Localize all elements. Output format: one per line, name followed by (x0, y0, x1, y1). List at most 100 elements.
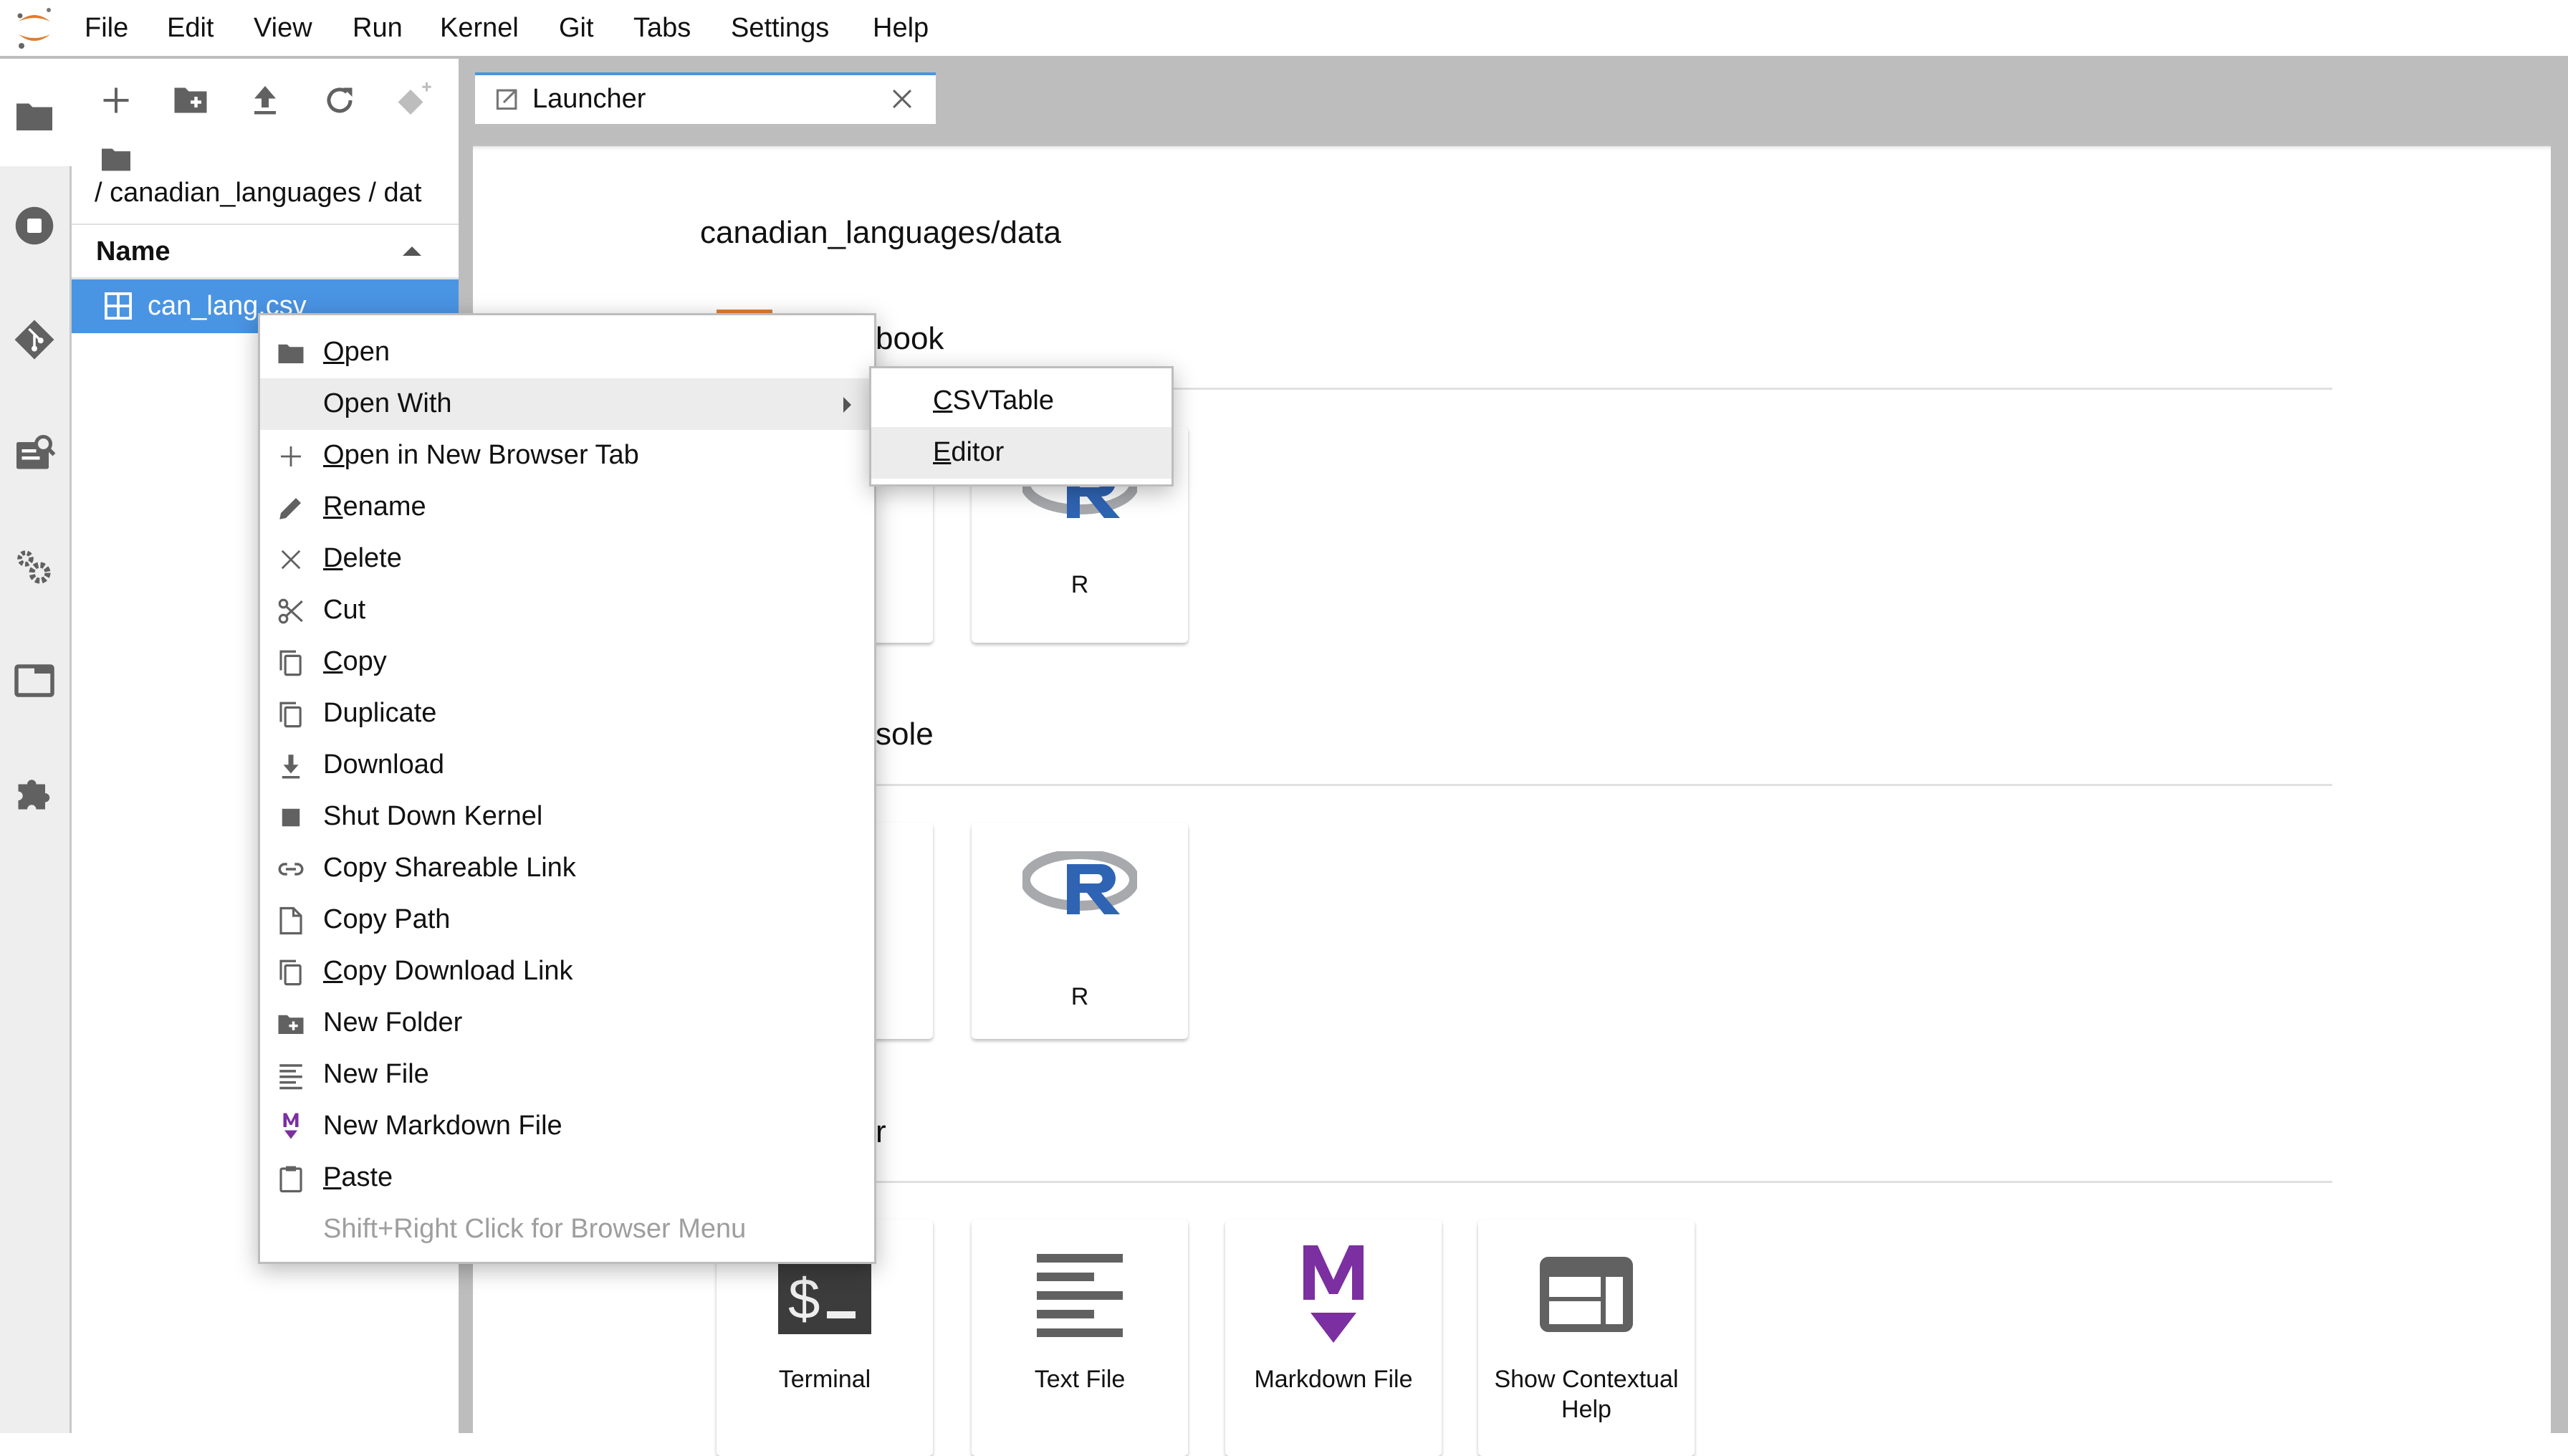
text-file-icon (276, 1060, 306, 1091)
git-clone-icon (398, 82, 431, 115)
context-menu-label: New File (323, 1059, 429, 1089)
stop-icon (276, 803, 306, 833)
menu-view[interactable]: View (254, 13, 312, 44)
launcher-card-text-file[interactable]: Text File (972, 1220, 1188, 1456)
context-menu-item-copy-path[interactable]: Copy Path (260, 894, 874, 946)
tabs-icon[interactable] (13, 659, 56, 702)
context-menu-item-rename[interactable]: Rename (260, 482, 874, 533)
card-label: Terminal (778, 1366, 871, 1393)
svg-text:$: $ (788, 1267, 820, 1331)
context-menu-label: Open With (323, 388, 452, 418)
git-clone-button[interactable] (393, 79, 436, 122)
context-menu-label: Copy (323, 646, 387, 676)
context-menu-label: Copy Path (323, 904, 451, 934)
menu-edit[interactable]: Edit (167, 13, 214, 44)
pencil-icon (276, 493, 306, 523)
refresh-button[interactable] (318, 79, 361, 122)
open-with-submenu: CSVTable Editor (869, 366, 1174, 487)
folder-icon (276, 338, 306, 368)
sort-ascending-icon (403, 246, 421, 256)
context-menu-item-cut[interactable]: Cut (260, 585, 874, 636)
submenu-arrow-icon (843, 397, 851, 413)
submenu-item-csvtable[interactable]: CSVTable (871, 375, 1172, 427)
card-label: Show Contextual Help (1494, 1366, 1679, 1423)
tab-label: Launcher (532, 84, 646, 114)
column-header-name[interactable]: Name (72, 224, 459, 279)
plus-icon (276, 441, 306, 471)
right-sidebar-edge (2551, 143, 2568, 1433)
context-menu-label: New Markdown File (323, 1111, 562, 1141)
section-divider (717, 784, 2332, 786)
context-menu-item-copy[interactable]: Copy (260, 636, 874, 688)
launcher-cwd: canadian_languages/data (700, 215, 1062, 250)
menu-git[interactable]: Git (559, 13, 594, 44)
plus-icon (103, 87, 129, 113)
context-menu-label: Open in New Browser Tab (323, 440, 639, 470)
new-folder-icon (276, 1009, 306, 1039)
paste-icon (276, 1164, 306, 1194)
menu-kernel[interactable]: Kernel (440, 13, 519, 44)
running-sessions-icon[interactable] (13, 204, 56, 247)
left-sidebar (0, 59, 74, 1433)
extension-manager-icon[interactable] (13, 772, 56, 815)
home-folder-icon[interactable] (100, 145, 132, 173)
menu-settings[interactable]: Settings (731, 13, 829, 44)
context-menu-item-open[interactable]: Open (260, 327, 874, 378)
context-menu-item-open-in-new-browser-tab[interactable]: Open in New Browser Tab (260, 430, 874, 482)
close-icon[interactable] (890, 87, 914, 111)
context-menu-item-paste[interactable]: Paste (260, 1152, 874, 1204)
context-menu-item-shift-right-click-for-browser-menu: Shift+Right Click for Browser Menu (260, 1204, 874, 1255)
launcher-card-console-r[interactable]: R (972, 823, 1188, 1039)
section-title-notebook: book (876, 321, 944, 356)
launcher-icon (495, 87, 519, 111)
download-icon (276, 751, 306, 781)
submenu-item-editor[interactable]: Editor (871, 427, 1172, 479)
context-menu-item-new-file[interactable]: New File (260, 1049, 874, 1101)
menu-run[interactable]: Run (353, 13, 403, 44)
context-menu-item-copy-shareable-link[interactable]: Copy Shareable Link (260, 843, 874, 894)
markdown-icon (1298, 1244, 1369, 1348)
new-launcher-button[interactable] (95, 79, 138, 122)
context-menu-label: Rename (323, 492, 426, 522)
spreadsheet-icon (105, 292, 132, 320)
copy-icon (276, 957, 306, 987)
context-menu-item-open-with[interactable]: Open With (260, 378, 874, 430)
context-menu-label: Paste (323, 1162, 393, 1192)
card-label: Markdown File (1254, 1366, 1413, 1393)
context-menu-item-download[interactable]: Download (260, 739, 874, 791)
menu-tabs[interactable]: Tabs (633, 13, 691, 44)
terminal-icon: $ (778, 1255, 871, 1338)
submenu-label: Editor (933, 437, 1005, 467)
context-menu-label: Copy Download Link (323, 956, 573, 986)
section-title-other: r (876, 1114, 886, 1149)
property-inspector-icon[interactable] (13, 546, 56, 589)
section-title-console: sole (876, 717, 934, 752)
context-menu-label: Duplicate (323, 698, 437, 728)
menu-file[interactable]: File (85, 13, 128, 44)
upload-icon (254, 86, 276, 115)
context-menu-item-new-markdown-file[interactable]: New Markdown File (260, 1101, 874, 1152)
context-menu-label: Shift+Right Click for Browser Menu (323, 1214, 747, 1244)
context-menu-item-shut-down-kernel[interactable]: Shut Down Kernel (260, 791, 874, 843)
launcher-card-markdown-file[interactable]: Markdown File (1225, 1220, 1442, 1456)
context-menu-item-copy-download-link[interactable]: Copy Download Link (260, 946, 874, 997)
launcher-card-contextual-help[interactable]: Show Contextual Help (1478, 1220, 1695, 1456)
folder-icon[interactable] (13, 95, 56, 138)
table-of-contents-icon[interactable] (13, 431, 56, 474)
context-menu-item-duplicate[interactable]: Duplicate (260, 688, 874, 739)
new-folder-button[interactable] (169, 79, 212, 122)
copy-icon (276, 648, 306, 678)
context-menu-item-new-folder[interactable]: New Folder (260, 997, 874, 1049)
menu-help[interactable]: Help (873, 13, 929, 44)
context-menu: Open Open With Open in New Browser Tab Rena… (258, 313, 876, 1264)
git-icon[interactable] (13, 318, 56, 361)
column-header-label: Name (96, 236, 171, 267)
upload-button[interactable] (244, 79, 287, 122)
submenu-label: CSVTable (933, 385, 1054, 416)
context-menu-label: Cut (323, 595, 366, 625)
tab-launcher[interactable]: Launcher (475, 72, 936, 124)
context-menu-label: Open (323, 337, 390, 367)
card-label: Text File (1034, 1366, 1126, 1393)
breadcrumb[interactable]: / canadian_languages / dat (95, 178, 456, 209)
context-menu-item-delete[interactable]: Delete (260, 533, 874, 585)
